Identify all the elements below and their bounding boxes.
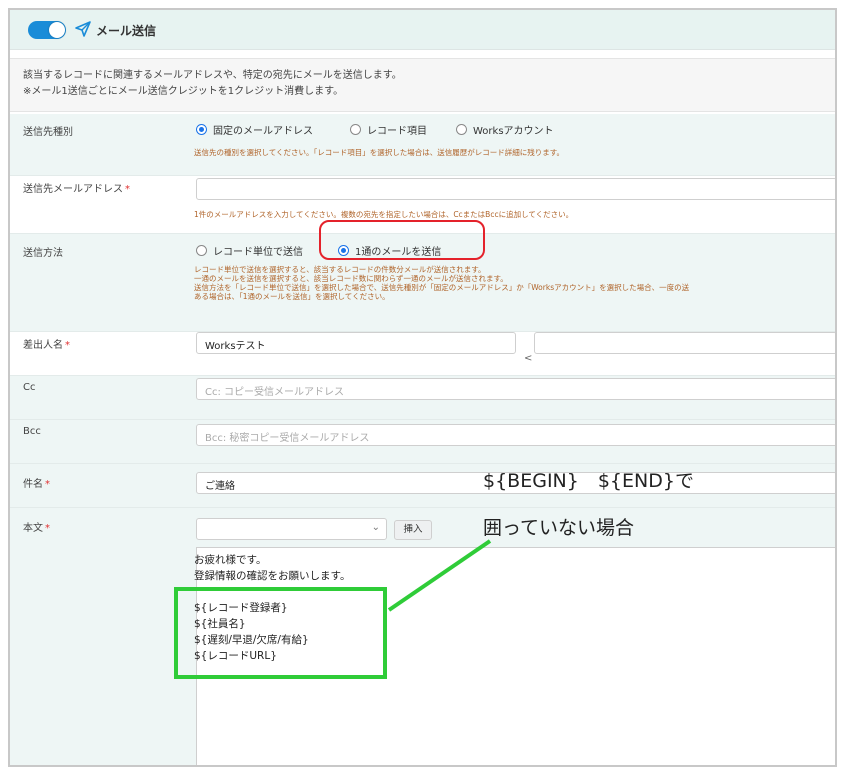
paper-plane-icon [75,21,91,37]
option-label: レコード単位で送信 [213,247,303,258]
label-text: 本文 [23,523,43,534]
recipient-type-help: 送信先の種別を選択してください。「レコード項目」を選択した場合は、送信履歴がレコ… [194,148,565,157]
body-line-2: 登録情報の確認をお願いします。 [194,570,351,582]
recipient-type-option-record[interactable]: レコード項目 [350,122,427,137]
chevron-down-icon: ⌄ [371,522,380,533]
body-line-1: お疲れ様です。 [194,554,267,566]
sender-name-label: 差出人名 * [23,336,70,351]
panel-description: 該当するレコードに関連するメールアドレスや、特定の宛先にメールを送信します。 ※… [10,58,835,112]
sender-name-input[interactable]: Worksテスト [196,332,516,354]
panel-header: メール送信 [10,10,835,50]
radio[interactable] [350,124,361,135]
label-text: 差出人名 [23,340,63,351]
option-label: レコード項目 [367,126,427,137]
mail-send-panel: メール送信 該当するレコードに関連するメールアドレスや、特定の宛先にメールを送信… [8,8,837,767]
recipient-address-input[interactable] [196,178,835,200]
send-method-label: 送信方法 [23,248,63,259]
annotation-line-1: ${BEGIN} ${END}で [483,470,694,492]
recipient-type-label: 送信先種別 [23,127,73,138]
recipient-type-option-works[interactable]: Worksアカウント [456,122,554,137]
highlight-body-placeholders [174,587,387,679]
field-insert-select[interactable]: ⌄ [196,518,387,540]
sender-address-input[interactable] [534,332,835,354]
send-method-help-3: 送信方法を「レコード単位で送信」を選択した場合で、送信先種別が「固定のメールアド… [194,283,690,292]
required-mark: * [45,523,50,534]
cc-input[interactable]: Cc: コピー受信メールアドレス [196,378,835,400]
cc-label: Cc [23,382,36,393]
send-method-help-4: ある場合は、「1通のメールを送信」を選択してください。 [194,292,390,301]
subject-label: 件名 * [23,475,50,490]
body-label: 本文 * [23,519,50,534]
recipient-type-option-fixed[interactable]: 固定のメールアドレス [196,122,313,137]
highlight-single-mail-option [319,220,485,260]
label-text: 件名 [23,479,43,490]
description-line-2: ※メール1送信ごとにメール送信クレジットを1クレジット消費します。 [23,86,344,97]
option-label: 固定のメールアドレス [213,126,313,137]
bcc-label: Bcc [23,426,41,437]
required-mark: * [65,340,70,351]
option-label: Worksアカウント [473,126,554,137]
address-bracket: < [524,353,533,364]
insert-button[interactable]: 挿入 [394,520,432,540]
enable-toggle[interactable] [28,21,66,39]
send-method-option-per-record[interactable]: レコード単位で送信 [196,243,303,258]
required-mark: * [45,479,50,490]
toggle-knob [49,22,65,38]
radio[interactable] [196,245,207,256]
label-text: 送信先メールアドレス [23,184,123,195]
recipient-address-label: 送信先メールアドレス * [23,180,130,195]
send-method-help-2: 一通のメールを送信を選択すると、該当レコード数に関わらず一通のメールが送信されま… [194,274,508,283]
radio[interactable] [456,124,467,135]
required-mark: * [125,184,130,195]
panel-title: メール送信 [96,24,157,38]
description-line-1: 該当するレコードに関連するメールアドレスや、特定の宛先にメールを送信します。 [23,70,402,81]
radio-selected[interactable] [196,124,207,135]
annotation-line-2: 囲っていない場合 [483,517,635,539]
recipient-address-help: 1件のメールアドレスを入力してください。複数の宛先を指定したい場合は、Ccまたは… [194,210,574,219]
bcc-input[interactable]: Bcc: 秘密コピー受信メールアドレス [196,424,835,446]
send-method-help-1: レコード単位で送信を選択すると、該当するレコードの件数分メールが送信されます。 [194,265,486,274]
